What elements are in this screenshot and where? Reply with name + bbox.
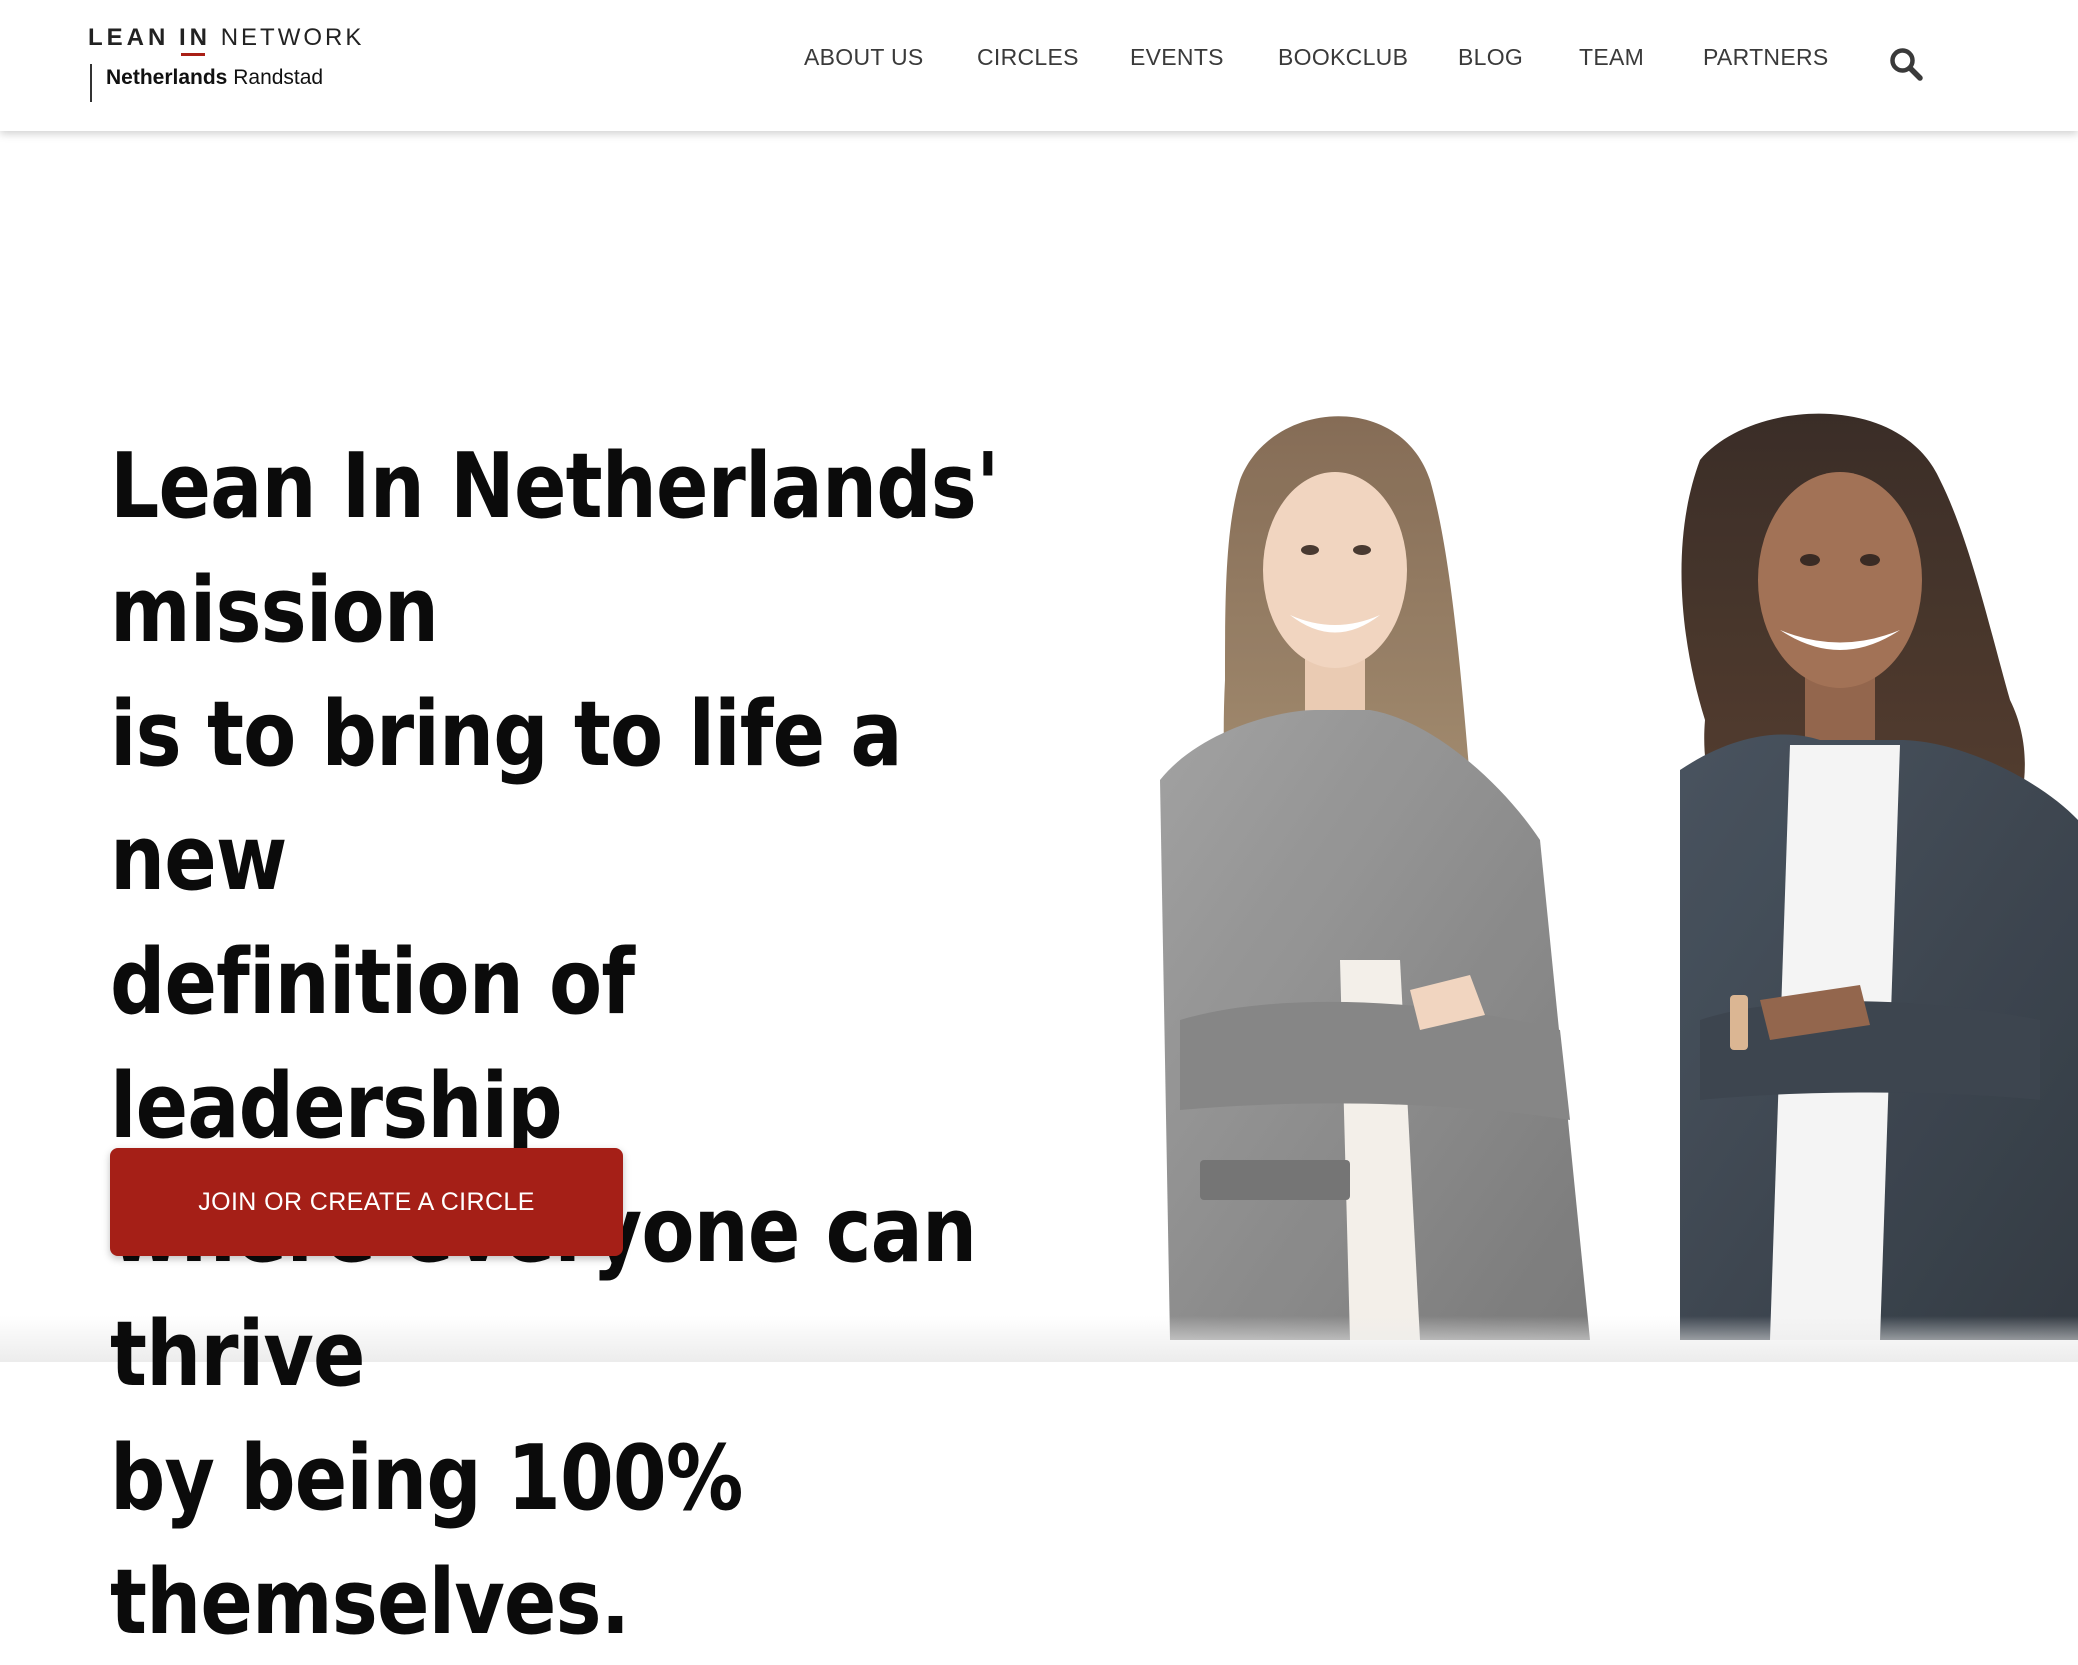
logo-netherlands: Netherlands bbox=[106, 66, 228, 89]
nav-partners[interactable]: PARTNERS bbox=[1703, 44, 1829, 71]
nav-bookclub[interactable]: BOOKCLUB bbox=[1278, 44, 1408, 71]
site-header: LEAN IN NETWORK Netherlands Randstad ABO… bbox=[0, 0, 2078, 131]
nav-team[interactable]: TEAM bbox=[1579, 44, 1644, 71]
nav-blog[interactable]: BLOG bbox=[1458, 44, 1523, 71]
hero-title-line: is to bring to life a new bbox=[110, 682, 903, 911]
hero-title-line: by being 100% themselves. bbox=[110, 1426, 743, 1655]
logo-in: IN bbox=[179, 24, 212, 56]
logo-wordmark: LEAN IN NETWORK bbox=[88, 24, 365, 56]
hero-mission-statement: Lean In Netherlands' mission is to bring… bbox=[110, 425, 1022, 1665]
nav-events[interactable]: EVENTS bbox=[1130, 44, 1224, 71]
hero-title-line: definition of leadership bbox=[110, 930, 635, 1159]
search-icon[interactable] bbox=[1888, 46, 1924, 82]
logo-divider bbox=[90, 64, 92, 102]
logo-randstad: Randstad bbox=[233, 66, 324, 89]
hero-title-line: Lean In Netherlands' mission bbox=[110, 434, 1000, 663]
nav-circles[interactable]: CIRCLES bbox=[977, 44, 1079, 71]
logo-chapter-name: Netherlands Randstad bbox=[106, 66, 323, 90]
nav-about-us[interactable]: ABOUT US bbox=[804, 44, 924, 71]
logo-network: NETWORK bbox=[220, 24, 365, 51]
logo-lean: LEAN bbox=[88, 24, 170, 51]
join-or-create-circle-button[interactable]: JOIN OR CREATE A CIRCLE bbox=[110, 1148, 623, 1256]
hero-photo-two-women bbox=[1140, 400, 2078, 1340]
lean-in-network-logo[interactable]: LEAN IN NETWORK Netherlands Randstad bbox=[88, 24, 368, 104]
